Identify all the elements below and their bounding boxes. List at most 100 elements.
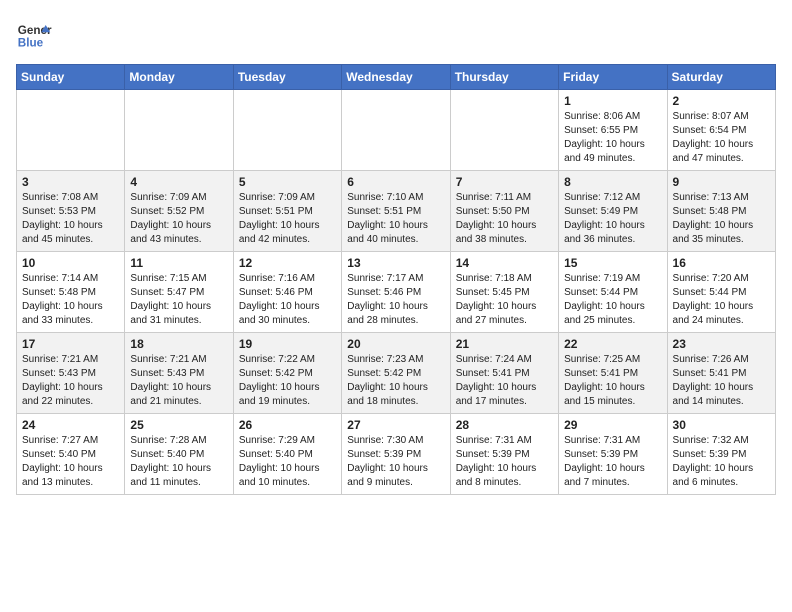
page-header: General Blue xyxy=(16,16,776,52)
weekday-header-thursday: Thursday xyxy=(450,65,558,90)
day-number: 13 xyxy=(347,256,444,270)
calendar-header-row: SundayMondayTuesdayWednesdayThursdayFrid… xyxy=(17,65,776,90)
day-number: 8 xyxy=(564,175,661,189)
day-number: 30 xyxy=(673,418,770,432)
day-info: Sunrise: 7:17 AM Sunset: 5:46 PM Dayligh… xyxy=(347,272,444,328)
day-info: Sunrise: 7:14 AM Sunset: 5:48 PM Dayligh… xyxy=(22,272,119,328)
calendar-day-cell: 17Sunrise: 7:21 AM Sunset: 5:43 PM Dayli… xyxy=(17,333,125,414)
calendar-table: SundayMondayTuesdayWednesdayThursdayFrid… xyxy=(16,64,776,495)
day-info: Sunrise: 8:06 AM Sunset: 6:55 PM Dayligh… xyxy=(564,110,661,166)
day-number: 2 xyxy=(673,94,770,108)
calendar-day-cell xyxy=(450,90,558,171)
svg-text:Blue: Blue xyxy=(18,37,44,50)
calendar-day-cell xyxy=(17,90,125,171)
day-number: 4 xyxy=(130,175,227,189)
day-number: 28 xyxy=(456,418,553,432)
calendar-day-cell: 30 Sunrise: 7:32 AM Sunset: 5:39 PM Dayli… xyxy=(667,414,775,495)
day-number: 15 xyxy=(564,256,661,270)
calendar-day-cell: 24 Sunrise: 7:27 AM Sunset: 5:40 PM Dayli… xyxy=(17,414,125,495)
day-info: Sunrise: 7:09 AM Sunset: 5:52 PM Dayligh… xyxy=(130,191,227,247)
day-number: 3 xyxy=(22,175,119,189)
day-info: Sunrise: 7:29 AM Sunset: 5:40 PM Dayligh… xyxy=(239,434,336,490)
weekday-header-saturday: Saturday xyxy=(667,65,775,90)
calendar-week-row: 24 Sunrise: 7:27 AM Sunset: 5:40 PM Dayli… xyxy=(17,414,776,495)
day-info: Sunrise: 7:31 AM Sunset: 5:39 PM Dayligh… xyxy=(564,434,661,490)
calendar-day-cell: 2 Sunrise: 8:07 AM Sunset: 6:54 PM Daylig… xyxy=(667,90,775,171)
day-number: 26 xyxy=(239,418,336,432)
calendar-day-cell: 28 Sunrise: 7:31 AM Sunset: 5:39 PM Dayli… xyxy=(450,414,558,495)
calendar-day-cell: 20 Sunrise: 7:23 AM Sunset: 5:42 PM Dayli… xyxy=(342,333,450,414)
day-number: 22 xyxy=(564,337,661,351)
calendar-day-cell: 29Sunrise: 7:31 AM Sunset: 5:39 PM Dayli… xyxy=(559,414,667,495)
day-info: Sunrise: 7:21 AM Sunset: 5:43 PM Dayligh… xyxy=(130,353,227,409)
day-number: 23 xyxy=(673,337,770,351)
day-number: 24 xyxy=(22,418,119,432)
day-info: Sunrise: 7:28 AM Sunset: 5:40 PM Dayligh… xyxy=(130,434,227,490)
weekday-header-sunday: Sunday xyxy=(17,65,125,90)
calendar-day-cell xyxy=(233,90,341,171)
day-info: Sunrise: 7:30 AM Sunset: 5:39 PM Dayligh… xyxy=(347,434,444,490)
day-number: 27 xyxy=(347,418,444,432)
day-info: Sunrise: 7:15 AM Sunset: 5:47 PM Dayligh… xyxy=(130,272,227,328)
day-number: 16 xyxy=(673,256,770,270)
day-info: Sunrise: 7:26 AM Sunset: 5:41 PM Dayligh… xyxy=(673,353,770,409)
calendar-day-cell: 9Sunrise: 7:13 AM Sunset: 5:48 PM Daylig… xyxy=(667,171,775,252)
calendar-day-cell: 6 Sunrise: 7:10 AM Sunset: 5:51 PM Daylig… xyxy=(342,171,450,252)
day-info: Sunrise: 7:24 AM Sunset: 5:41 PM Dayligh… xyxy=(456,353,553,409)
calendar-day-cell: 5Sunrise: 7:09 AM Sunset: 5:51 PM Daylig… xyxy=(233,171,341,252)
day-info: Sunrise: 7:32 AM Sunset: 5:39 PM Dayligh… xyxy=(673,434,770,490)
day-info: Sunrise: 7:27 AM Sunset: 5:40 PM Dayligh… xyxy=(22,434,119,490)
calendar-day-cell: 7Sunrise: 7:11 AM Sunset: 5:50 PM Daylig… xyxy=(450,171,558,252)
calendar-day-cell: 26 Sunrise: 7:29 AM Sunset: 5:40 PM Dayli… xyxy=(233,414,341,495)
day-info: Sunrise: 7:31 AM Sunset: 5:39 PM Dayligh… xyxy=(456,434,553,490)
weekday-header-wednesday: Wednesday xyxy=(342,65,450,90)
day-info: Sunrise: 7:11 AM Sunset: 5:50 PM Dayligh… xyxy=(456,191,553,247)
day-info: Sunrise: 7:08 AM Sunset: 5:53 PM Dayligh… xyxy=(22,191,119,247)
logo: General Blue xyxy=(16,16,52,52)
calendar-day-cell: 14 Sunrise: 7:18 AM Sunset: 5:45 PM Dayli… xyxy=(450,252,558,333)
calendar-week-row: 17 Sunrise: 7:21 AM Sunset: 5:43 PM Dayli… xyxy=(17,333,776,414)
calendar-day-cell: 23 Sunrise: 7:26 AM Sunset: 5:41 PM Dayli… xyxy=(667,333,775,414)
calendar-week-row: 1 Sunrise: 8:06 AM Sunset: 6:55 PM Daylig… xyxy=(17,90,776,171)
weekday-header-tuesday: Tuesday xyxy=(233,65,341,90)
weekday-header-monday: Monday xyxy=(125,65,233,90)
day-number: 17 xyxy=(22,337,119,351)
calendar-day-cell: 27 Sunrise: 7:30 AM Sunset: 5:39 PM Dayli… xyxy=(342,414,450,495)
calendar-day-cell: 15 Sunrise: 7:19 AM Sunset: 5:44 PM Dayli… xyxy=(559,252,667,333)
day-info: Sunrise: 7:09 AM Sunset: 5:51 PM Dayligh… xyxy=(239,191,336,247)
day-number: 19 xyxy=(239,337,336,351)
calendar-day-cell: 4 Sunrise: 7:09 AM Sunset: 5:52 PM Daylig… xyxy=(125,171,233,252)
day-info: Sunrise: 7:22 AM Sunset: 5:42 PM Dayligh… xyxy=(239,353,336,409)
calendar-day-cell: 19 Sunrise: 7:22 AM Sunset: 5:42 PM Dayli… xyxy=(233,333,341,414)
calendar-day-cell: 1 Sunrise: 8:06 AM Sunset: 6:55 PM Daylig… xyxy=(559,90,667,171)
day-info: Sunrise: 7:18 AM Sunset: 5:45 PM Dayligh… xyxy=(456,272,553,328)
day-info: Sunrise: 7:23 AM Sunset: 5:42 PM Dayligh… xyxy=(347,353,444,409)
calendar-day-cell xyxy=(342,90,450,171)
day-number: 10 xyxy=(22,256,119,270)
day-number: 11 xyxy=(130,256,227,270)
calendar-day-cell: 10 Sunrise: 7:14 AM Sunset: 5:48 PM Dayli… xyxy=(17,252,125,333)
calendar-day-cell xyxy=(125,90,233,171)
day-info: Sunrise: 8:07 AM Sunset: 6:54 PM Dayligh… xyxy=(673,110,770,166)
day-number: 1 xyxy=(564,94,661,108)
day-info: Sunrise: 7:12 AM Sunset: 5:49 PM Dayligh… xyxy=(564,191,661,247)
day-number: 6 xyxy=(347,175,444,189)
weekday-header-friday: Friday xyxy=(559,65,667,90)
calendar-day-cell: 21Sunrise: 7:24 AM Sunset: 5:41 PM Dayli… xyxy=(450,333,558,414)
day-info: Sunrise: 7:10 AM Sunset: 5:51 PM Dayligh… xyxy=(347,191,444,247)
calendar-day-cell: 3 Sunrise: 7:08 AM Sunset: 5:53 PM Daylig… xyxy=(17,171,125,252)
day-info: Sunrise: 7:16 AM Sunset: 5:46 PM Dayligh… xyxy=(239,272,336,328)
calendar-day-cell: 12Sunrise: 7:16 AM Sunset: 5:46 PM Dayli… xyxy=(233,252,341,333)
day-number: 20 xyxy=(347,337,444,351)
day-number: 18 xyxy=(130,337,227,351)
calendar-day-cell: 22 Sunrise: 7:25 AM Sunset: 5:41 PM Dayli… xyxy=(559,333,667,414)
calendar-week-row: 10 Sunrise: 7:14 AM Sunset: 5:48 PM Dayli… xyxy=(17,252,776,333)
calendar-day-cell: 8 Sunrise: 7:12 AM Sunset: 5:49 PM Daylig… xyxy=(559,171,667,252)
day-number: 25 xyxy=(130,418,227,432)
calendar-day-cell: 11 Sunrise: 7:15 AM Sunset: 5:47 PM Dayli… xyxy=(125,252,233,333)
day-info: Sunrise: 7:19 AM Sunset: 5:44 PM Dayligh… xyxy=(564,272,661,328)
day-info: Sunrise: 7:25 AM Sunset: 5:41 PM Dayligh… xyxy=(564,353,661,409)
calendar-day-cell: 13 Sunrise: 7:17 AM Sunset: 5:46 PM Dayli… xyxy=(342,252,450,333)
day-number: 9 xyxy=(673,175,770,189)
day-number: 14 xyxy=(456,256,553,270)
